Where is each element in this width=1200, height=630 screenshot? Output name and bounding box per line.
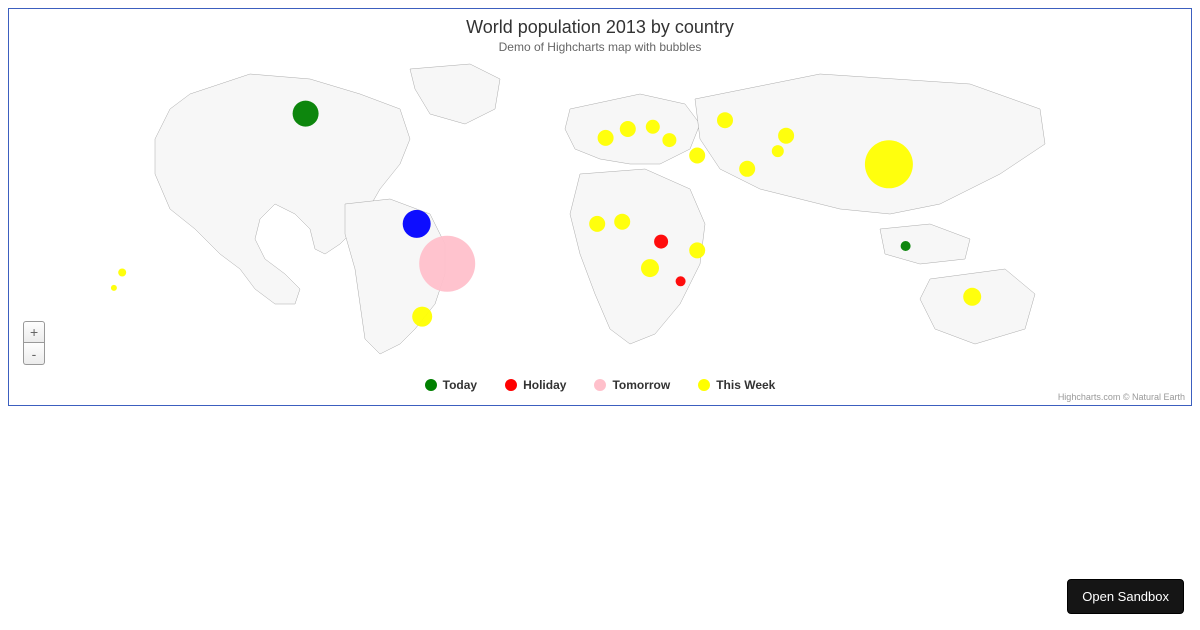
bubble-russia[interactable] <box>717 112 733 128</box>
bubble-kenya[interactable] <box>689 242 705 258</box>
map-area[interactable] <box>9 61 1191 367</box>
chart-title: World population 2013 by country <box>9 17 1191 38</box>
bubble-uzbekistan[interactable] <box>772 145 784 157</box>
legend-label: Holiday <box>523 378 566 392</box>
zoom-in-button[interactable]: + <box>23 321 45 343</box>
bubble-canada[interactable] <box>293 101 319 127</box>
bubble-venezuela[interactable] <box>403 210 431 238</box>
credits-link[interactable]: Highcharts.com © Natural Earth <box>1058 392 1185 402</box>
bubble-romania[interactable] <box>662 133 676 147</box>
bubble-kazakhstan[interactable] <box>778 128 794 144</box>
legend-label: Tomorrow <box>612 378 670 392</box>
legend-item-holiday[interactable]: Holiday <box>505 378 566 392</box>
bubble-china[interactable] <box>865 140 913 188</box>
bubble-poland[interactable] <box>646 120 660 134</box>
legend-swatch <box>594 379 606 391</box>
legend-swatch <box>698 379 710 391</box>
legend: Today Holiday Tomorrow This Week <box>9 378 1191 392</box>
bubble-dr-congo[interactable] <box>654 235 668 249</box>
legend-label: This Week <box>716 378 775 392</box>
bubble-angola[interactable] <box>641 259 659 277</box>
legend-item-this-week[interactable]: This Week <box>698 378 775 392</box>
landmasses <box>155 64 1045 354</box>
open-sandbox-button[interactable]: Open Sandbox <box>1067 579 1184 614</box>
bubble-zimbabwe[interactable] <box>676 276 686 286</box>
legend-item-tomorrow[interactable]: Tomorrow <box>594 378 670 392</box>
world-map[interactable] <box>100 61 1100 367</box>
bubble-ghana[interactable] <box>589 216 605 232</box>
zoom-out-button[interactable]: - <box>23 343 45 365</box>
bubble-iran[interactable] <box>739 161 755 177</box>
bubble-nigeria[interactable] <box>614 214 630 230</box>
bubble-tonga[interactable] <box>111 285 117 291</box>
bubble-australia[interactable] <box>963 288 981 306</box>
legend-item-today[interactable]: Today <box>425 378 477 392</box>
legend-label: Today <box>443 378 477 392</box>
chart-subtitle: Demo of Highcharts map with bubbles <box>9 40 1191 54</box>
bubble-turkey[interactable] <box>689 148 705 164</box>
bubble-argentina[interactable] <box>412 307 432 327</box>
bubble-indonesia[interactable] <box>901 241 911 251</box>
legend-swatch <box>505 379 517 391</box>
bubble-france[interactable] <box>598 130 614 146</box>
chart-container: World population 2013 by country Demo of… <box>8 8 1192 406</box>
bubble-brazil[interactable] <box>419 236 475 292</box>
zoom-controls: + - <box>23 321 45 365</box>
bubble-samoa[interactable] <box>118 269 126 277</box>
bubble-germany[interactable] <box>620 121 636 137</box>
legend-swatch <box>425 379 437 391</box>
